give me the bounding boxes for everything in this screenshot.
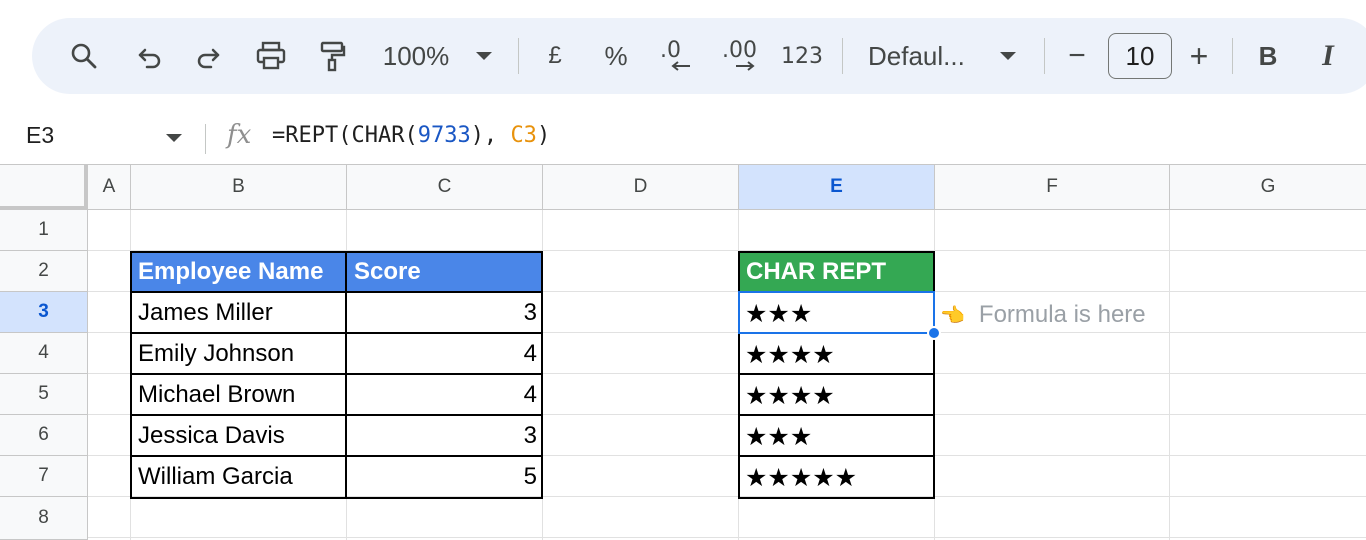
cell-border bbox=[130, 291, 543, 293]
toolbar-divider bbox=[842, 38, 843, 74]
row-header-5[interactable]: 5 bbox=[0, 374, 88, 415]
cell-border bbox=[130, 455, 543, 457]
cell-border bbox=[130, 414, 543, 416]
cell-border bbox=[738, 455, 935, 457]
formula-note: 👈 Formula is here bbox=[940, 294, 1146, 335]
cell-border bbox=[738, 414, 935, 416]
increase-font-size-button[interactable]: + bbox=[1184, 18, 1214, 94]
formula-bar-divider bbox=[205, 124, 206, 154]
cell-border bbox=[345, 251, 347, 499]
row-header-8[interactable]: 8 bbox=[0, 497, 88, 540]
name-box-dropdown-icon[interactable] bbox=[165, 133, 183, 143]
arrow-right-icon bbox=[736, 61, 755, 71]
gridline bbox=[1169, 210, 1170, 540]
column-header-g[interactable]: G bbox=[1170, 164, 1366, 210]
cell-c2-score-header[interactable]: Score bbox=[347, 252, 542, 292]
cell-e5-stars[interactable]: ★★★★ bbox=[739, 375, 934, 415]
undo-icon[interactable] bbox=[132, 18, 168, 94]
bold-button[interactable]: B bbox=[1254, 18, 1282, 94]
toolbar: 100% £ % .0 .00 123 Defaul... − 10 + B I bbox=[32, 18, 1366, 94]
cell-e3-stars[interactable]: ★★★ bbox=[739, 293, 934, 333]
formula-text: =REPT(CHAR( bbox=[272, 123, 418, 148]
toolbar-divider bbox=[1232, 38, 1233, 74]
font-size-input[interactable]: 10 bbox=[1108, 33, 1172, 79]
name-box[interactable]: E3 bbox=[26, 122, 54, 149]
column-header-c[interactable]: C bbox=[347, 164, 543, 210]
cell-border bbox=[738, 373, 935, 375]
cell-e7-stars[interactable]: ★★★★★ bbox=[739, 457, 934, 497]
cell-c4-score[interactable]: 4 bbox=[347, 334, 542, 374]
arrow-left-icon bbox=[671, 61, 690, 71]
column-header-a[interactable]: A bbox=[88, 164, 131, 210]
column-header-f[interactable]: F bbox=[935, 164, 1170, 210]
formula-text: ) bbox=[536, 123, 551, 148]
italic-button[interactable]: I bbox=[1314, 18, 1342, 94]
cell-c6-score[interactable]: 3 bbox=[347, 416, 542, 456]
row-header-4[interactable]: 4 bbox=[0, 333, 88, 374]
formula-number: 9733 bbox=[417, 123, 471, 148]
cell-c7-score[interactable]: 5 bbox=[347, 457, 542, 497]
cell-border bbox=[738, 332, 935, 334]
cell-e2-char-rept-header[interactable]: CHAR REPT bbox=[739, 252, 934, 292]
paint-format-icon[interactable] bbox=[314, 18, 350, 94]
row-header-2[interactable]: 2 bbox=[0, 251, 88, 292]
row-header-3[interactable]: 3 bbox=[0, 292, 88, 333]
zoom-dropdown-icon[interactable] bbox=[472, 18, 496, 94]
more-formats-button[interactable]: 123 bbox=[780, 18, 824, 94]
toolbar-divider bbox=[518, 38, 519, 74]
increase-decimal-button[interactable]: .00 bbox=[720, 18, 760, 94]
font-dropdown-icon[interactable] bbox=[996, 18, 1020, 94]
column-header-d[interactable]: D bbox=[543, 164, 739, 210]
pointing-hand-icon: 👈 bbox=[940, 302, 965, 327]
formula-text: ), bbox=[470, 123, 511, 148]
cell-b2-employee-name-header[interactable]: Employee Name bbox=[131, 252, 346, 292]
cell-b4-employee-name[interactable]: Emily Johnson bbox=[131, 334, 346, 374]
formula-cell-reference: C3 bbox=[510, 123, 537, 148]
row-header-7[interactable]: 7 bbox=[0, 456, 88, 497]
gridline bbox=[542, 210, 543, 540]
cell-e4-stars[interactable]: ★★★★ bbox=[739, 334, 934, 374]
row-header-6[interactable]: 6 bbox=[0, 415, 88, 456]
print-icon[interactable] bbox=[252, 18, 290, 94]
cell-b5-employee-name[interactable]: Michael Brown bbox=[131, 375, 346, 415]
cell-c3-score[interactable]: 3 bbox=[347, 293, 542, 333]
cell-border bbox=[130, 332, 543, 334]
cell-border bbox=[130, 373, 543, 375]
zoom-select[interactable]: 100% bbox=[376, 18, 456, 94]
percent-format-button[interactable]: % bbox=[600, 18, 632, 94]
currency-format-button[interactable]: £ bbox=[540, 18, 570, 94]
row-header-1[interactable]: 1 bbox=[0, 210, 88, 251]
gridline bbox=[88, 250, 1366, 251]
fx-icon: fx bbox=[227, 120, 252, 150]
font-select[interactable]: Defaul... bbox=[868, 18, 976, 94]
search-icon[interactable] bbox=[66, 18, 102, 94]
cell-b3-employee-name[interactable]: James Miller bbox=[131, 293, 346, 333]
gridline bbox=[88, 537, 1366, 538]
column-header-e[interactable]: E bbox=[739, 164, 935, 210]
cell-b6-employee-name[interactable]: Jessica Davis bbox=[131, 416, 346, 456]
redo-icon[interactable] bbox=[190, 18, 226, 94]
cell-c5-score[interactable]: 4 bbox=[347, 375, 542, 415]
toolbar-divider bbox=[1044, 38, 1045, 74]
select-all-corner[interactable] bbox=[0, 164, 88, 210]
gridline bbox=[934, 210, 935, 540]
cell-b7-employee-name[interactable]: William Garcia bbox=[131, 457, 346, 497]
formula-bar: E3 fx =REPT(CHAR(9733), C3) bbox=[0, 112, 1366, 164]
column-header-b[interactable]: B bbox=[131, 164, 347, 210]
formula-note-text: Formula is here bbox=[978, 300, 1146, 328]
spreadsheet-grid[interactable]: A B C D E F G 1 2 3 4 5 6 7 8 Employee N… bbox=[0, 164, 1366, 540]
decrease-font-size-button[interactable]: − bbox=[1062, 18, 1092, 94]
cell-e6-stars[interactable]: ★★★ bbox=[739, 416, 934, 456]
decrease-decimal-button[interactable]: .0 bbox=[656, 18, 696, 94]
formula-input[interactable]: =REPT(CHAR(9733), C3) bbox=[272, 123, 550, 148]
fill-handle[interactable] bbox=[927, 326, 941, 340]
